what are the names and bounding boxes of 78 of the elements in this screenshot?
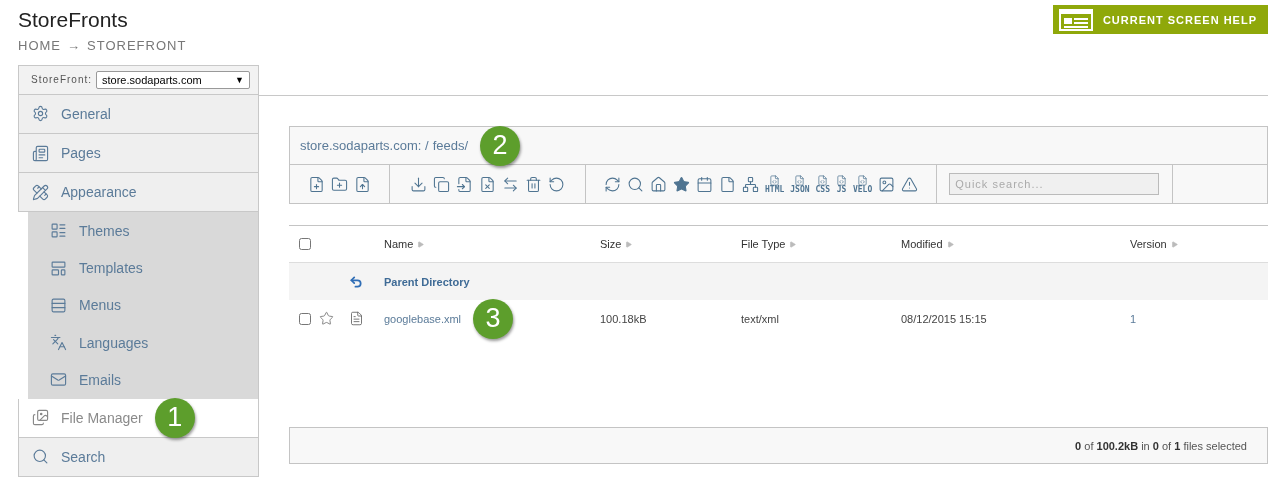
sidebar-icon (32, 144, 49, 162)
sidebar-icon (50, 222, 67, 240)
column-header[interactable]: Version (1130, 238, 1268, 250)
toolbar-icon[interactable] (308, 175, 325, 193)
toolbar-icon[interactable] (901, 175, 919, 193)
toolbar-icon[interactable] (433, 175, 450, 193)
sidebar-icon (50, 259, 67, 277)
toolbar-icon[interactable] (502, 175, 519, 193)
toolbar-icon[interactable] (604, 175, 621, 193)
callout-badge: 3 (473, 298, 514, 339)
help-button[interactable]: CURRENT SCREEN HELP (1052, 5, 1268, 34)
toolbar-icon[interactable] (456, 175, 473, 193)
column-header[interactable]: Name (384, 238, 600, 250)
toolbar-icon[interactable] (719, 175, 736, 193)
storefront-dropdown[interactable]: store.sodaparts.com ▼ (96, 70, 250, 89)
path-root-link[interactable]: store.sodaparts.com: / (300, 138, 429, 153)
toolbar-icon[interactable] (354, 175, 371, 193)
toolbar-icon[interactable] (548, 175, 565, 193)
toolbar-icon[interactable] (878, 175, 896, 193)
select-all-checkbox[interactable] (299, 238, 311, 250)
toolbar-icon[interactable] (479, 175, 496, 193)
sidebar-subitem[interactable]: Languages (28, 324, 259, 362)
toolbar-icon[interactable] (696, 175, 713, 193)
breadcrumb-item[interactable]: STOREFRONT (87, 38, 187, 53)
quick-search-field[interactable]: Quick search... (949, 173, 1160, 195)
sidebar-icon (32, 448, 49, 466)
column-header[interactable]: File Type (741, 238, 901, 250)
sidebar-item[interactable]: General (18, 94, 259, 134)
parent-directory-link[interactable]: Parent Directory (384, 275, 470, 288)
callout-badge: 2 (480, 125, 521, 166)
callout-badge: 1 (154, 397, 195, 438)
version-link[interactable]: 1 (1130, 312, 1137, 325)
template-file-button[interactable]: VELO (853, 174, 873, 194)
sidebar-subitem[interactable]: Emails (28, 361, 259, 399)
template-file-button[interactable]: HTML (765, 174, 785, 194)
sidebar-item[interactable]: Appearance (18, 173, 259, 213)
template-file-button[interactable]: JS (836, 174, 847, 194)
toolbar-icon[interactable] (627, 175, 644, 193)
sidebar-icon (50, 334, 67, 352)
sidebar-item[interactable]: File Manager 1 (18, 398, 259, 438)
code-file-icon (836, 174, 847, 186)
sidebar-item[interactable]: Search (18, 437, 259, 477)
browser-window-icon (1058, 8, 1093, 31)
sidebar-subitem[interactable]: Menus (28, 286, 259, 325)
toolbar-icon[interactable] (410, 175, 427, 193)
sidebar-subitem[interactable]: Templates (28, 249, 259, 287)
selector-label: StoreFront: (31, 74, 93, 86)
file-icon (349, 311, 364, 326)
back-arrow-icon (349, 274, 363, 289)
sidebar-subitem[interactable]: Themes (28, 212, 259, 250)
breadcrumb-item: → (67, 38, 81, 53)
size-cell: 100.18kB (600, 312, 647, 325)
code-file-icon (817, 174, 829, 186)
star-icon[interactable] (319, 311, 334, 326)
template-file-button[interactable]: JSON (790, 174, 810, 194)
file-type-cell: text/xml (741, 312, 779, 325)
sidebar-icon (32, 409, 49, 427)
breadcrumb-item[interactable]: HOME (18, 38, 61, 53)
sidebar-icon (50, 371, 67, 389)
toolbar-icon[interactable] (742, 175, 759, 193)
sidebar-icon (50, 296, 67, 314)
row-checkbox[interactable] (299, 312, 311, 325)
selection-summary: 0 of 100.2kB in 0 of 1 files selected (1075, 439, 1247, 452)
template-file-button[interactable]: CSS (815, 174, 830, 194)
toolbar-icon[interactable] (331, 175, 348, 193)
column-header[interactable]: Modified (901, 238, 1130, 250)
column-header[interactable]: Size (600, 238, 741, 250)
page-title: StoreFronts (18, 8, 129, 32)
toolbar-icon[interactable] (650, 175, 667, 193)
code-file-icon (857, 174, 869, 186)
code-file-icon (769, 174, 781, 186)
sidebar-item[interactable]: Pages (18, 133, 259, 174)
modified-cell: 08/12/2015 15:15 (901, 312, 987, 325)
toolbar-icon[interactable] (673, 175, 690, 193)
toolbar-icon[interactable] (525, 175, 542, 193)
code-file-icon (794, 174, 806, 186)
sidebar-icon (32, 105, 49, 123)
sidebar-icon (32, 183, 49, 201)
